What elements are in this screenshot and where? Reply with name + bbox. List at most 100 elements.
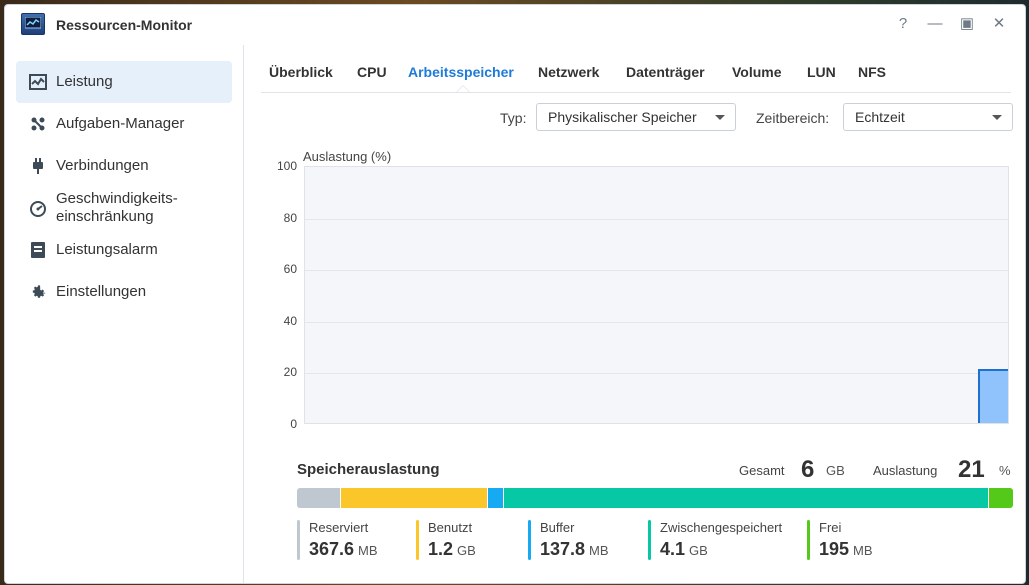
memory-usage-title: Speicherauslastung	[297, 461, 440, 478]
legend-number: 195	[819, 539, 850, 559]
gridline	[305, 218, 1008, 220]
time-range-label: Zeitbereich:	[756, 110, 830, 126]
alarm-list-icon	[29, 241, 47, 259]
sidebar-item-label-line2: einschränkung	[56, 208, 154, 225]
legend-unit: GB	[457, 543, 476, 558]
sidebar-item-label: Einstellungen	[56, 283, 147, 300]
minimize-button[interactable]: —	[925, 14, 945, 34]
legend-value: 137.8 MB	[540, 539, 609, 560]
y-tick-label: 80	[283, 210, 297, 225]
resource-monitor-app-icon	[21, 13, 45, 35]
legend-unit: MB	[358, 543, 378, 558]
active-tab-indicator	[456, 85, 470, 92]
legend-color-bar	[807, 520, 810, 560]
tab-ueberblick[interactable]: Überblick	[269, 64, 333, 80]
legend-unit: MB	[589, 543, 609, 558]
legend-name: Benutzt	[428, 520, 473, 535]
memory-segment-buffer	[486, 488, 504, 508]
type-select-value: Physikalischer Speicher	[548, 109, 697, 125]
sidebar-item-label: Verbindungen	[56, 157, 149, 174]
resource-monitor-window: Ressourcen-Monitor ? — ▣ ✕ Leistung Aufg…	[4, 4, 1026, 584]
tab-bar: Überblick CPU Arbeitsspeicher Netzwerk D…	[261, 45, 1011, 93]
memory-usage-chart	[304, 166, 1009, 424]
legend-number: 137.8	[540, 539, 586, 559]
gridline	[305, 373, 1008, 375]
type-select[interactable]: Physikalischer Speicher	[536, 103, 736, 131]
maximize-button[interactable]: ▣	[957, 14, 977, 34]
memory-distribution-bar	[297, 488, 1013, 508]
sidebar-item-geschwindigkeitseinschraenkung[interactable]: Geschwindigkeits-einschränkung	[16, 187, 232, 231]
legend-name: Buffer	[540, 520, 575, 535]
sidebar-item-label-line1: Geschwindigkeits-	[56, 190, 178, 207]
y-tick-label: 0	[290, 417, 297, 431]
legend-color-bar	[648, 520, 651, 560]
legend-item: Buffer 137.8 MB	[528, 520, 609, 560]
task-manager-icon	[29, 115, 47, 133]
legend-item: Frei 195 MB	[807, 520, 873, 560]
type-label: Typ:	[500, 110, 527, 126]
help-button[interactable]: ?	[893, 14, 913, 34]
chevron-down-icon	[992, 115, 1002, 120]
time-range-select[interactable]: Echtzeit	[843, 103, 1013, 131]
legend-number: 367.6	[309, 539, 355, 559]
sidebar-item-einstellungen[interactable]: Einstellungen	[16, 271, 232, 313]
tab-netzwerk[interactable]: Netzwerk	[538, 64, 599, 80]
sidebar-item-verbindungen[interactable]: Verbindungen	[16, 145, 232, 187]
tab-volume[interactable]: Volume	[732, 64, 782, 80]
legend-color-bar	[416, 520, 419, 560]
close-button[interactable]: ✕	[989, 14, 1009, 34]
sidebar-item-label: Leistungsalarm	[56, 241, 158, 258]
legend-color-bar	[528, 520, 531, 560]
legend-value: 4.1 GB	[660, 539, 782, 560]
tab-datentraeger[interactable]: Datenträger	[626, 64, 705, 80]
sidebar-item-aufgaben-manager[interactable]: Aufgaben-Manager	[16, 103, 232, 145]
tab-cpu[interactable]: CPU	[357, 64, 387, 80]
sidebar: Leistung Aufgaben-Manager Verbindungen G…	[5, 45, 244, 583]
legend-value: 195 MB	[819, 539, 873, 560]
memory-segment-reserviert	[297, 488, 340, 508]
legend-color-bar	[297, 520, 300, 560]
memory-segment-benutzt	[339, 488, 487, 508]
chevron-down-icon	[715, 115, 725, 120]
y-tick-label: 100	[276, 159, 297, 173]
legend-item: Reserviert 367.6 MB	[297, 520, 378, 560]
performance-chart-icon	[29, 73, 47, 91]
legend-name: Zwischengespeichert	[660, 520, 783, 535]
legend-number: 1.2	[428, 539, 454, 559]
usage-value: 21	[958, 456, 985, 483]
y-tick-label: 60	[283, 262, 297, 277]
title-bar: Ressourcen-Monitor ? — ▣ ✕	[5, 5, 1025, 45]
legend-value: 367.6 MB	[309, 539, 378, 560]
legend-item: Zwischengespeichert 4.1 GB	[648, 520, 782, 560]
usage-label: Auslastung	[873, 463, 938, 478]
legend-value: 1.2 GB	[428, 539, 476, 560]
usage-unit: %	[999, 463, 1011, 478]
window-title: Ressourcen-Monitor	[56, 17, 193, 33]
y-tick-label: 40	[283, 313, 297, 328]
speed-gauge-icon	[29, 200, 47, 218]
sidebar-item-label: Aufgaben-Manager	[56, 115, 185, 132]
total-unit: GB	[826, 463, 845, 478]
usage-area-mark	[978, 368, 1008, 423]
legend-name: Reserviert	[309, 520, 369, 535]
chart-y-axis-label: Auslastung (%)	[303, 149, 392, 164]
sidebar-item-label: Geschwindigkeits-einschränkung	[56, 190, 178, 226]
sidebar-item-label: Leistung	[56, 73, 113, 90]
legend-item: Benutzt 1.2 GB	[416, 520, 476, 560]
time-range-select-value: Echtzeit	[855, 109, 905, 125]
legend-unit: MB	[853, 543, 873, 558]
tab-nfs[interactable]: NFS	[858, 64, 886, 80]
y-tick-label: 20	[283, 365, 297, 380]
total-value: 6	[801, 456, 815, 483]
tab-lun[interactable]: LUN	[807, 64, 836, 80]
gridline	[305, 270, 1008, 272]
plug-icon	[29, 157, 47, 175]
legend-number: 4.1	[660, 539, 686, 559]
gear-icon	[29, 283, 47, 301]
total-label: Gesamt	[739, 463, 785, 478]
tab-arbeitsspeicher[interactable]: Arbeitsspeicher	[408, 64, 514, 80]
legend-name: Frei	[819, 520, 842, 535]
sidebar-item-leistung[interactable]: Leistung	[16, 61, 232, 103]
memory-segment-frei	[987, 488, 1013, 508]
sidebar-item-leistungsalarm[interactable]: Leistungsalarm	[16, 229, 232, 271]
